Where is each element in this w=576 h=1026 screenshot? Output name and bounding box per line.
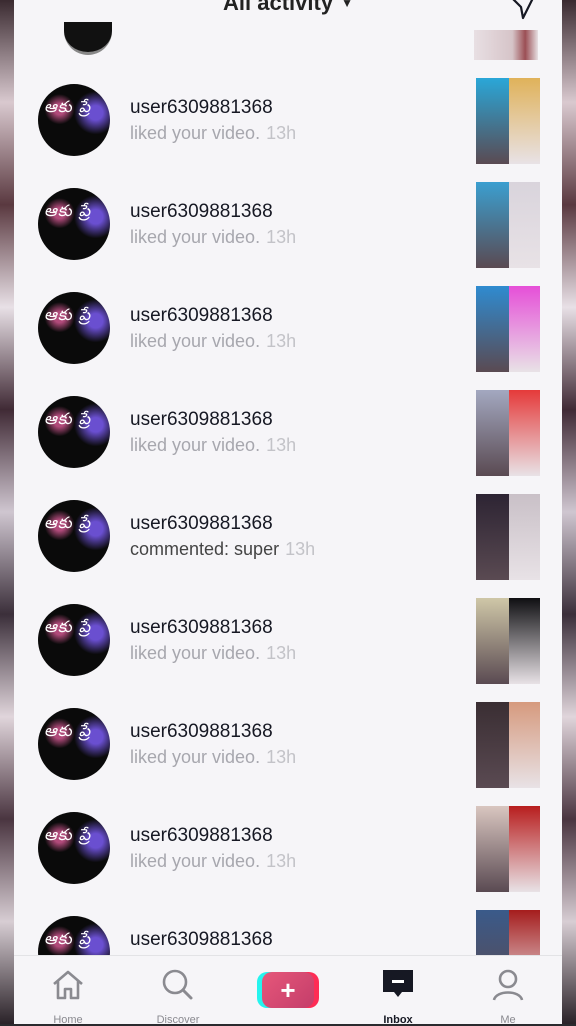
notification-row[interactable]: ఆకు ప్రే user6309881368 liked your video. 1… <box>14 586 562 690</box>
video-thumbnail[interactable] <box>476 182 540 268</box>
avatar-text: ఆకు ప్రే <box>44 929 92 948</box>
video-thumbnail[interactable] <box>476 598 540 684</box>
activity-message: liked your video. <box>130 331 261 351</box>
video-thumbnail[interactable] <box>476 494 540 580</box>
video-thumbnail[interactable] <box>476 286 540 372</box>
notification-list: ఆకు ప్రే user6309881368 liked your video. 1… <box>14 66 562 1002</box>
activity-text: liked your video. 13h <box>130 123 296 144</box>
timestamp: 13h <box>266 227 297 247</box>
timestamp: 13h <box>266 123 297 143</box>
avatar-text: ఆకు ప్రే <box>44 825 92 844</box>
activity-message: commented: super <box>130 539 280 559</box>
avatar[interactable]: ఆకు ప్రే <box>38 604 110 676</box>
username-link[interactable]: user6309881368 <box>130 825 273 847</box>
create-video-button[interactable]: + <box>257 970 319 1010</box>
avatar[interactable]: ఆకు ప్రే <box>38 84 110 156</box>
video-thumbnail[interactable] <box>476 78 540 164</box>
avatar-text: ఆకు ప్రే <box>44 721 92 740</box>
activity-text: liked your video. 13h <box>130 227 296 248</box>
avatar[interactable]: ఆకు ప్రే <box>38 500 110 572</box>
activity-message: liked your video. <box>130 435 261 455</box>
timestamp: 13h <box>266 643 297 663</box>
nav-inbox-label: Inbox <box>383 1014 413 1026</box>
plus-icon: + <box>262 972 314 1008</box>
avatar-text: ఆకు ప్రే <box>44 513 92 532</box>
activity-text: liked your video. 13h <box>130 747 296 768</box>
nav-me-label: Me <box>500 1014 516 1026</box>
inbox-icon <box>383 970 413 997</box>
page-title: All activity <box>223 0 334 15</box>
activity-message: liked your video. <box>130 747 261 767</box>
activity-text: commented: super 13h <box>130 539 315 560</box>
nav-discover-label: Discover <box>156 1014 200 1026</box>
nav-home-label: Home <box>53 1014 83 1026</box>
avatar[interactable]: ఆకు ప్రే <box>38 292 110 364</box>
activity-text: liked your video. 13h <box>130 851 296 872</box>
notification-row[interactable]: ఆకు ప్రే user6309881368 liked your video. 1… <box>14 690 562 794</box>
notification-row[interactable]: ఆకు ప్రే user6309881368 liked your video. 1… <box>14 378 562 482</box>
username-link[interactable]: user6309881368 <box>130 721 273 743</box>
nav-me[interactable]: Me <box>468 956 548 1026</box>
home-icon <box>53 970 83 1000</box>
username-link[interactable]: user6309881368 <box>130 97 273 119</box>
activity-message: liked your video. <box>130 643 261 663</box>
nav-inbox[interactable]: Inbox <box>358 956 438 1026</box>
avatar-text: ఆకు ప్రే <box>44 409 92 428</box>
activity-text: liked your video. 13h <box>130 331 296 352</box>
avatar-text: ఆకు ప్రే <box>44 97 92 116</box>
username-link[interactable]: user6309881368 <box>130 201 273 223</box>
avatar-text: ఆకు ప్రే <box>44 305 92 324</box>
avatar-text: ఆకు ప్రే <box>44 201 92 220</box>
timestamp: 13h <box>266 331 297 351</box>
avatar[interactable] <box>64 22 112 55</box>
username-link[interactable]: user6309881368 <box>130 409 273 431</box>
search-icon <box>162 969 193 1000</box>
blurred-edge-left <box>0 0 14 1024</box>
activity-text: liked your video. 13h <box>130 643 296 664</box>
timestamp: 13h <box>266 851 297 871</box>
avatar[interactable]: ఆకు ప్రే <box>38 812 110 884</box>
avatar[interactable]: ఆకు ప్రే <box>38 396 110 468</box>
notification-row[interactable]: ఆకు ప్రే user6309881368 liked your video. 1… <box>14 794 562 898</box>
activity-message: liked your video. <box>130 227 261 247</box>
username-link[interactable]: user6309881368 <box>130 305 273 327</box>
notification-row[interactable]: ఆకు ప్రే user6309881368 liked your video. 1… <box>14 274 562 378</box>
timestamp: 13h <box>266 747 297 767</box>
activity-text: liked your video. 13h <box>130 435 296 456</box>
nav-discover[interactable]: Discover <box>138 956 218 1026</box>
notification-row[interactable]: ఆకు ప్రే user6309881368 liked your video. 1… <box>14 66 562 170</box>
bottom-nav: Home Discover + Inbox Me <box>14 955 562 1026</box>
inbox-panel: All activity ▼ ఆకు ప్రే user6309881368 like… <box>14 0 562 1026</box>
avatar[interactable]: ఆకు ప్రే <box>38 188 110 260</box>
timestamp: 13h <box>285 539 316 559</box>
video-thumbnail[interactable] <box>474 30 538 60</box>
activity-message: liked your video. <box>130 851 261 871</box>
send-message-icon[interactable] <box>510 0 536 20</box>
username-link[interactable]: user6309881368 <box>130 617 273 639</box>
avatar-text: ఆకు ప్రే <box>44 617 92 636</box>
notification-row[interactable]: ఆకు ప్రే user6309881368 commented: super 13… <box>14 482 562 586</box>
activity-filter-dropdown[interactable]: All activity ▼ <box>14 0 562 16</box>
blurred-edge-right <box>562 0 576 1024</box>
notification-row[interactable]: ఆకు ప్రే user6309881368 liked your video. 1… <box>14 170 562 274</box>
video-thumbnail[interactable] <box>476 806 540 892</box>
nav-home[interactable]: Home <box>28 956 108 1026</box>
avatar[interactable]: ఆకు ప్రే <box>38 708 110 780</box>
video-thumbnail[interactable] <box>476 390 540 476</box>
username-link[interactable]: user6309881368 <box>130 513 273 535</box>
username-link[interactable]: user6309881368 <box>130 929 273 951</box>
timestamp: 13h <box>266 435 297 455</box>
profile-icon <box>492 969 524 1001</box>
activity-message: liked your video. <box>130 123 261 143</box>
video-thumbnail[interactable] <box>476 702 540 788</box>
caret-down-icon: ▼ <box>341 0 353 10</box>
